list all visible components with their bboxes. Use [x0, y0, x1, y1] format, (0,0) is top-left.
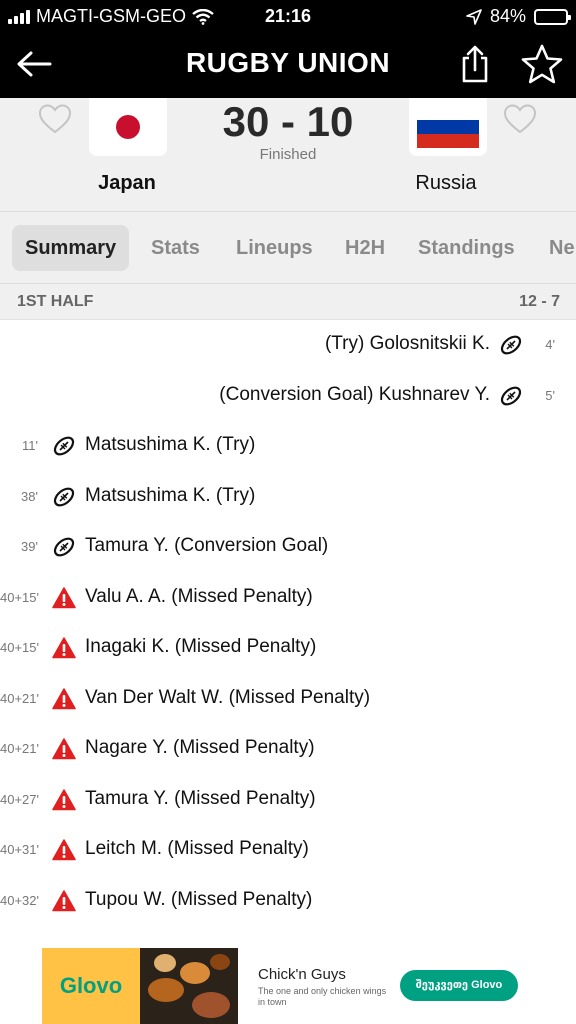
tab-stats[interactable]: Stats — [138, 225, 213, 271]
tab-h2h[interactable]: H2H — [332, 225, 398, 271]
event-row[interactable]: 40+15' Inagaki K. (Missed Penalty) — [0, 623, 576, 673]
rugby-ball-icon — [499, 384, 523, 408]
ad-food-image — [140, 948, 238, 1024]
ad-title: Chick'n Guys — [258, 966, 346, 983]
ad-order-button[interactable]: შეუკვეთე Glovo — [400, 970, 518, 1001]
flag-stripe-red — [417, 134, 479, 148]
event-minute: 4' — [545, 337, 555, 352]
away-team-logo[interactable] — [409, 98, 487, 156]
warning-icon — [52, 889, 76, 913]
status-right: 84% — [466, 6, 571, 27]
event-text: Matsushima K. (Try) — [85, 434, 256, 455]
tab-news[interactable]: Ne — [536, 225, 576, 271]
event-minute: 40+32' — [0, 892, 39, 908]
flag-stripe-white — [417, 106, 479, 120]
event-row[interactable]: 5' (Conversion Goal) Kushnarev Y. — [0, 371, 576, 421]
ad-banner[interactable]: Glovo Chick'n Guys The one and only chic… — [42, 948, 534, 1024]
share-icon[interactable] — [456, 44, 494, 84]
event-row[interactable]: 40+15' Valu A. A. (Missed Penalty) — [0, 573, 576, 623]
event-row[interactable]: 40+31' Leitch M. (Missed Penalty) — [0, 825, 576, 875]
location-arrow-icon — [466, 8, 482, 25]
battery-percent: 84% — [489, 6, 526, 26]
event-minute: 40+21' — [0, 741, 39, 756]
tab-bar: Summary Stats Lineups H2H Standings Ne — [0, 212, 576, 284]
tab-summary[interactable]: Summary — [12, 225, 130, 271]
rugby-ball-icon — [52, 535, 76, 559]
event-text: Nagare Y. (Missed Penalty) — [85, 737, 315, 758]
event-list: 4' (Try) Golosnitskii K. 5' (Conversion Goa… — [0, 320, 576, 948]
event-text: Leitch M. (Missed Penalty) — [85, 838, 309, 859]
event-minute: 38' — [21, 488, 38, 504]
event-minute: 5' — [545, 387, 555, 403]
tab-standings[interactable]: Standings — [405, 225, 528, 271]
event-row[interactable]: 38' Matsushima K. (Try) — [0, 472, 576, 522]
event-minute: 39' — [21, 539, 38, 554]
event-row[interactable]: 39' Tamura Y. (Conversion Goal) — [0, 522, 576, 572]
star-icon[interactable] — [520, 43, 564, 85]
event-row[interactable]: 11' Matsushima K. (Try) — [0, 421, 576, 471]
event-minute: 11' — [22, 438, 38, 453]
glovo-logo: Glovo — [42, 948, 140, 1024]
event-text: Tamura Y. (Missed Penalty) — [85, 787, 316, 809]
tab-lineups[interactable]: Lineups — [223, 225, 326, 271]
russia-flag-icon — [417, 106, 479, 148]
event-minute: 40+21' — [0, 690, 39, 706]
event-text: Van Der Walt W. (Missed Penalty) — [85, 686, 371, 708]
status-bar: MAGTI-GSM-GEO 21:16 84% — [0, 0, 576, 32]
warning-icon — [52, 687, 76, 711]
rugby-ball-icon — [499, 333, 523, 357]
event-text: Matsushima K. (Try) — [85, 484, 256, 506]
half-header: 1ST HALF 12 - 7 — [0, 284, 576, 320]
event-text: Inagaki K. (Missed Penalty) — [85, 636, 317, 657]
warning-icon — [52, 586, 76, 610]
warning-icon — [52, 636, 76, 660]
flag-stripe-blue — [417, 120, 479, 134]
event-text: (Try) Golosnitskii K. — [324, 333, 490, 354]
event-minute: 40+27' — [0, 791, 39, 807]
event-text: Valu A. A. (Missed Penalty) — [85, 585, 313, 607]
top-bar: MAGTI-GSM-GEO 21:16 84% RUGBY UNION — [0, 0, 576, 98]
warning-icon — [52, 838, 76, 862]
event-row[interactable]: 40+21' Nagare Y. (Missed Penalty) — [0, 724, 576, 774]
event-row[interactable]: 40+27' Tamura Y. (Missed Penalty) — [0, 775, 576, 825]
match-score: 30 - 10 — [222, 98, 354, 145]
match-status: Finished — [259, 146, 317, 163]
event-row[interactable]: 40+21' Van Der Walt W. (Missed Penalty) — [0, 674, 576, 724]
away-team-name[interactable]: Russia — [386, 172, 506, 195]
event-row[interactable]: 4' (Try) Golosnitskii K. — [0, 320, 576, 370]
event-text: Tamura Y. (Conversion Goal) — [85, 535, 329, 556]
event-row[interactable]: 40+32' Tupou W. (Missed Penalty) — [0, 876, 576, 926]
rugby-ball-icon — [52, 434, 76, 458]
event-minute: 40+15' — [0, 640, 39, 655]
event-minute: 40+15' — [0, 589, 39, 605]
battery-icon — [534, 8, 571, 25]
ad-description: The one and only chicken wings in town — [258, 986, 387, 1007]
half-label: 1ST HALF — [17, 293, 94, 310]
event-text: (Conversion Goal) Kushnarev Y. — [219, 383, 490, 405]
warning-icon — [52, 737, 76, 761]
warning-icon — [52, 788, 76, 812]
event-minute: 40+31' — [0, 842, 39, 857]
favorite-heart-icon[interactable] — [503, 104, 537, 134]
rugby-ball-icon — [52, 485, 76, 509]
match-header: 30 - 10 Finished Japan Russia — [0, 98, 576, 212]
event-text: Tupou W. (Missed Penalty) — [85, 888, 313, 910]
half-score: 12 - 7 — [519, 293, 560, 310]
home-team-name[interactable]: Japan — [67, 172, 187, 195]
